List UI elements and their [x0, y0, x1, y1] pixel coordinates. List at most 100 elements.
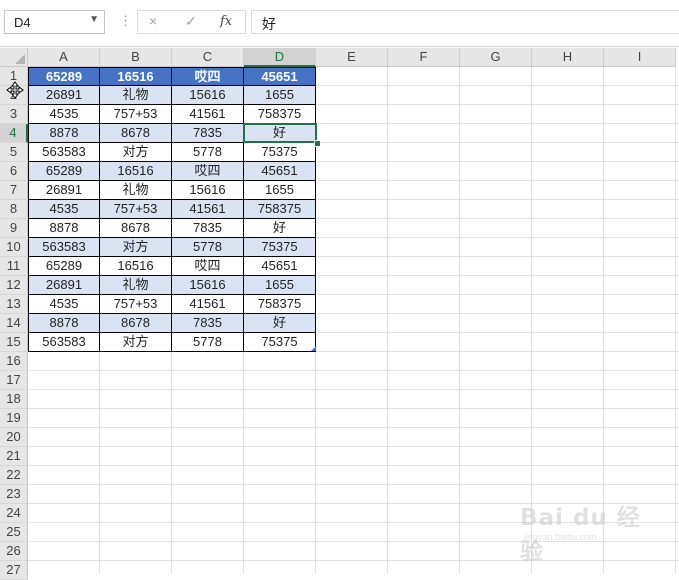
table-cell-a13[interactable]: 4535 — [28, 295, 100, 314]
table-cell-b3[interactable]: 757+53 — [100, 105, 172, 124]
table-cell-c7[interactable]: 15616 — [172, 181, 244, 200]
table-cell-b14[interactable]: 8678 — [100, 314, 172, 333]
table-cell-d8[interactable]: 758375 — [244, 200, 316, 219]
row-header-21[interactable]: 21 — [0, 447, 28, 466]
table-cell-c10[interactable]: 5778 — [172, 238, 244, 257]
table-cell-c5[interactable]: 5778 — [172, 143, 244, 162]
row-header-4[interactable]: 4 — [0, 124, 28, 143]
column-header-b[interactable]: B — [100, 48, 172, 67]
row-header-24[interactable]: 24 — [0, 504, 28, 523]
table-cell-c8[interactable]: 41561 — [172, 200, 244, 219]
row-header-19[interactable]: 19 — [0, 409, 28, 428]
row-header-16[interactable]: 16 — [0, 352, 28, 371]
select-all-button[interactable] — [0, 48, 28, 67]
table-cell-c14[interactable]: 7835 — [172, 314, 244, 333]
row-header-5[interactable]: 5 — [0, 143, 28, 162]
row-header-25[interactable]: 25 — [0, 523, 28, 542]
table-cell-c12[interactable]: 15616 — [172, 276, 244, 295]
row-header-15[interactable]: 15 — [0, 333, 28, 352]
table-cell-d11[interactable]: 45651 — [244, 257, 316, 276]
row-header-22[interactable]: 22 — [0, 466, 28, 485]
table-cell-d9[interactable]: 好 — [244, 219, 316, 238]
table-cell-a15[interactable]: 563583 — [28, 333, 100, 352]
enter-icon[interactable]: ✓ — [185, 13, 197, 30]
table-resize-handle[interactable] — [311, 346, 316, 351]
row-header-6[interactable]: 6 — [0, 162, 28, 181]
row-header-11[interactable]: 11 — [0, 257, 28, 276]
table-cell-b12[interactable]: 礼物 — [100, 276, 172, 295]
table-cell-d6[interactable]: 45651 — [244, 162, 316, 181]
table-cell-b6[interactable]: 16516 — [100, 162, 172, 181]
table-cell-c15[interactable]: 5778 — [172, 333, 244, 352]
table-cell-d13[interactable]: 758375 — [244, 295, 316, 314]
row-header-7[interactable]: 7 — [0, 181, 28, 200]
column-header-f[interactable]: F — [388, 48, 460, 67]
table-cell-a7[interactable]: 26891 — [28, 181, 100, 200]
table-cell-a5[interactable]: 563583 — [28, 143, 100, 162]
insert-function-icon[interactable]: fx — [220, 14, 232, 29]
row-header-17[interactable]: 17 — [0, 371, 28, 390]
row-header-12[interactable]: 12 — [0, 276, 28, 295]
table-cell-d2[interactable]: 1655 — [244, 86, 316, 105]
table-cell-c1[interactable]: 哎四 — [172, 67, 244, 86]
column-header-h[interactable]: H — [532, 48, 604, 67]
table-cell-b8[interactable]: 757+53 — [100, 200, 172, 219]
table-cell-b13[interactable]: 757+53 — [100, 295, 172, 314]
row-header-9[interactable]: 9 — [0, 219, 28, 238]
table-cell-a6[interactable]: 65289 — [28, 162, 100, 181]
table-cell-c2[interactable]: 15616 — [172, 86, 244, 105]
table-cell-a10[interactable]: 563583 — [28, 238, 100, 257]
table-cell-b2[interactable]: 礼物 — [100, 86, 172, 105]
table-cell-d10[interactable]: 75375 — [244, 238, 316, 257]
table-cell-a14[interactable]: 8878 — [28, 314, 100, 333]
table-cell-d4[interactable]: 好 — [244, 124, 316, 143]
table-cell-c6[interactable]: 哎四 — [172, 162, 244, 181]
row-header-23[interactable]: 23 — [0, 485, 28, 504]
table-cell-a3[interactable]: 4535 — [28, 105, 100, 124]
table-cell-d12[interactable]: 1655 — [244, 276, 316, 295]
table-cell-d1[interactable]: 45651 — [244, 67, 316, 86]
table-cell-d5[interactable]: 75375 — [244, 143, 316, 162]
row-header-18[interactable]: 18 — [0, 390, 28, 409]
table-cell-b11[interactable]: 16516 — [100, 257, 172, 276]
table-cell-a9[interactable]: 8878 — [28, 219, 100, 238]
chevron-down-icon[interactable]: ▼ — [89, 14, 99, 25]
table-cell-c9[interactable]: 7835 — [172, 219, 244, 238]
table-cell-a1[interactable]: 65289 — [28, 67, 100, 86]
table-cell-c3[interactable]: 41561 — [172, 105, 244, 124]
table-cell-d14[interactable]: 好 — [244, 314, 316, 333]
table-cell-b9[interactable]: 8678 — [100, 219, 172, 238]
column-header-e[interactable]: E — [316, 48, 388, 67]
table-cell-d3[interactable]: 758375 — [244, 105, 316, 124]
table-cell-b7[interactable]: 礼物 — [100, 181, 172, 200]
fill-handle[interactable] — [314, 140, 321, 147]
formula-input[interactable]: 好 — [251, 10, 679, 34]
more-vertical-icon[interactable]: ⋮ — [119, 13, 132, 29]
table-cell-c4[interactable]: 7835 — [172, 124, 244, 143]
table-cell-b1[interactable]: 16516 — [100, 67, 172, 86]
cancel-icon[interactable]: × — [149, 13, 157, 29]
name-box[interactable]: D4 ▼ — [4, 10, 105, 34]
row-header-13[interactable]: 13 — [0, 295, 28, 314]
column-header-a[interactable]: A — [28, 48, 100, 67]
table-cell-a8[interactable]: 4535 — [28, 200, 100, 219]
row-header-10[interactable]: 10 — [0, 238, 28, 257]
table-cell-d15[interactable]: 75375 — [244, 333, 316, 352]
row-header-26[interactable]: 26 — [0, 542, 28, 561]
table-cell-c11[interactable]: 哎四 — [172, 257, 244, 276]
column-header-d[interactable]: D — [244, 48, 316, 67]
row-header-3[interactable]: 3 — [0, 105, 28, 124]
table-cell-a2[interactable]: 26891 — [28, 86, 100, 105]
column-header-g[interactable]: G — [460, 48, 532, 67]
row-header-20[interactable]: 20 — [0, 428, 28, 447]
table-cell-c13[interactable]: 41561 — [172, 295, 244, 314]
row-header-27[interactable]: 27 — [0, 561, 28, 580]
table-cell-a12[interactable]: 26891 — [28, 276, 100, 295]
table-cell-b15[interactable]: 对方 — [100, 333, 172, 352]
row-header-8[interactable]: 8 — [0, 200, 28, 219]
column-header-i[interactable]: I — [604, 48, 676, 67]
table-cell-d7[interactable]: 1655 — [244, 181, 316, 200]
table-cell-b5[interactable]: 对方 — [100, 143, 172, 162]
table-cell-a4[interactable]: 8878 — [28, 124, 100, 143]
row-header-14[interactable]: 14 — [0, 314, 28, 333]
